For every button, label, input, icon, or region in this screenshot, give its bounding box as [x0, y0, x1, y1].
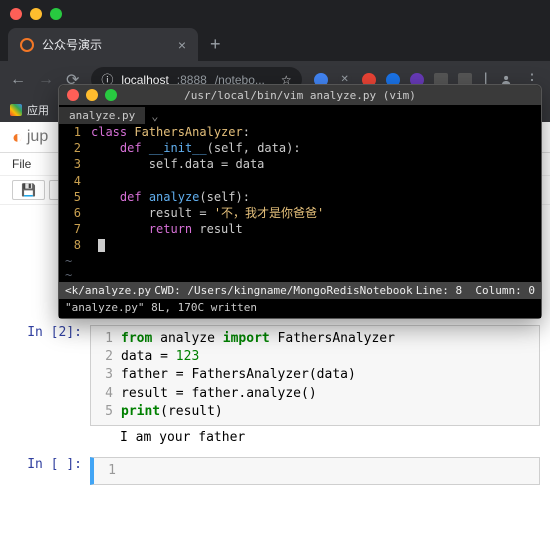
- terminal-title: /usr/local/bin/vim analyze.py (vim): [59, 89, 541, 102]
- new-tab-button[interactable]: +: [198, 34, 233, 55]
- menu-file[interactable]: File: [12, 157, 31, 171]
- terminal-window[interactable]: /usr/local/bin/vim analyze.py (vim) anal…: [58, 84, 542, 319]
- code-input[interactable]: 1: [90, 457, 540, 485]
- tab-close-icon[interactable]: ×: [178, 37, 186, 53]
- vim-tilde: ~: [59, 268, 541, 282]
- terminal-body[interactable]: analyze.py⌄ 1class FathersAnalyzer: 2 de…: [59, 105, 541, 318]
- vim-cursor: [98, 239, 105, 252]
- jupyter-favicon: [20, 38, 34, 52]
- nav-forward-icon: →: [38, 71, 54, 89]
- code-input[interactable]: 1from analyze import FathersAnalyzer 2da…: [90, 325, 540, 426]
- tab-dropdown-icon[interactable]: ⌄: [145, 109, 164, 123]
- window-maximize[interactable]: [50, 8, 62, 20]
- cell-prompt: In [2]:: [10, 325, 90, 449]
- cell-output: I am your father: [90, 426, 540, 449]
- cell-prompt: In [ ]:: [10, 457, 90, 485]
- window-minimize[interactable]: [30, 8, 42, 20]
- browser-tabs: 公众号演示 × +: [0, 28, 550, 61]
- window-close[interactable]: [10, 8, 22, 20]
- vim-statusline: <k/analyze.py CWD: /Users/kingname/Mongo…: [59, 282, 541, 299]
- notebook-area: In [2]: 1from analyze import FathersAnal…: [0, 305, 550, 513]
- code-cell-active[interactable]: In [ ]: 1: [10, 457, 540, 485]
- save-button[interactable]: 💾: [12, 180, 45, 200]
- code-cell[interactable]: In [2]: 1from analyze import FathersAnal…: [10, 325, 540, 449]
- bookmark-apps[interactable]: 应用: [10, 102, 49, 118]
- jupyter-logo[interactable]: ◐jup: [12, 127, 48, 148]
- vim-tab[interactable]: analyze.py: [59, 107, 145, 124]
- browser-tab-active[interactable]: 公众号演示 ×: [8, 28, 198, 61]
- tab-title: 公众号演示: [42, 36, 170, 53]
- vim-message: "analyze.py" 8L, 170C written: [59, 299, 541, 316]
- window-controls: [0, 0, 550, 28]
- nav-back-icon[interactable]: ←: [10, 71, 26, 89]
- vim-tilde: ~: [59, 254, 541, 268]
- terminal-titlebar[interactable]: /usr/local/bin/vim analyze.py (vim): [59, 85, 541, 105]
